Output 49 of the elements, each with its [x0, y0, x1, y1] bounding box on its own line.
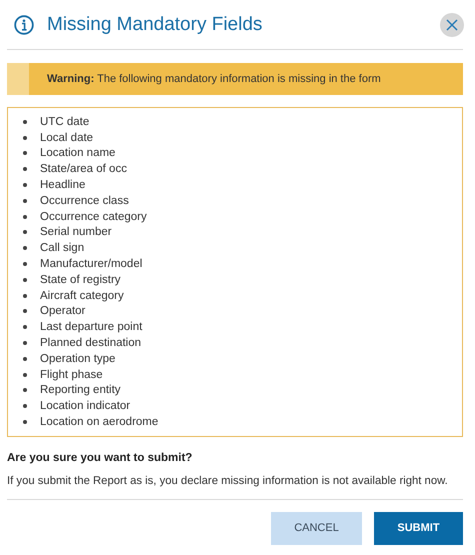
bullet-icon: [23, 309, 27, 314]
close-button[interactable]: [440, 12, 464, 36]
missing-field: Flight phase: [40, 368, 103, 381]
bullet-icon: [23, 356, 27, 361]
bullet-icon: [23, 341, 27, 346]
cancel-button[interactable]: CANCEL: [271, 512, 362, 545]
bullet-icon: [23, 183, 27, 188]
close-icon: [445, 18, 459, 32]
bullet-icon: [23, 294, 27, 298]
missing-field: Serial number: [40, 226, 112, 238]
confirm-question: Are you sure you want to submit?: [7, 452, 194, 464]
bullet-icon: [23, 167, 27, 172]
missing-field: Aircraft category: [40, 290, 124, 302]
bullet-icon: [23, 262, 27, 266]
bullet-icon: [23, 214, 27, 219]
confirm-note: If you submit the Report as is, you declare missing information is not available right now.: [7, 474, 449, 487]
bullet-icon: [23, 246, 27, 250]
missing-field: Location indicator: [40, 400, 130, 412]
missing-field: State of registry: [40, 274, 121, 286]
missing-field: Last departure point: [40, 321, 142, 334]
missing-field: Call sign: [40, 242, 84, 254]
missing-field: UTC date: [40, 116, 90, 128]
bullet-icon: [23, 420, 27, 424]
bullet-icon: [23, 372, 27, 377]
bullet-icon: [23, 198, 27, 203]
bullet-icon: [23, 388, 27, 392]
bullet-icon: [23, 136, 27, 140]
missing-field: Local date: [40, 132, 94, 144]
missing-field: Operation type: [40, 352, 116, 365]
missing-field: Occurrence category: [40, 210, 147, 223]
missing-field: Operator: [40, 305, 86, 318]
warning-text: Warning: The following mandatory information is missing in the form: [47, 73, 381, 85]
missing-field: Headline: [40, 179, 86, 192]
dialog-title: Missing Mandatory Fields: [47, 14, 264, 36]
bullet-icon: [23, 404, 27, 408]
bullet-icon: [23, 325, 27, 330]
missing-field: State/area of occ: [40, 163, 127, 176]
bullet-icon: [23, 151, 27, 156]
bullet-icon: [23, 120, 27, 124]
bullet-icon: [23, 278, 27, 282]
missing-field: Occurrence class: [40, 194, 129, 207]
submit-button[interactable]: SUBMIT: [374, 512, 463, 545]
missing-field: Location on aerodrome: [40, 416, 158, 428]
missing-field: Planned destination: [40, 337, 142, 350]
missing-field: Reporting entity: [40, 384, 121, 396]
info-icon: [14, 14, 34, 34]
missing-field: Manufacturer/model: [40, 258, 142, 270]
bullet-icon: [23, 230, 27, 234]
missing-field: Location name: [40, 147, 116, 160]
